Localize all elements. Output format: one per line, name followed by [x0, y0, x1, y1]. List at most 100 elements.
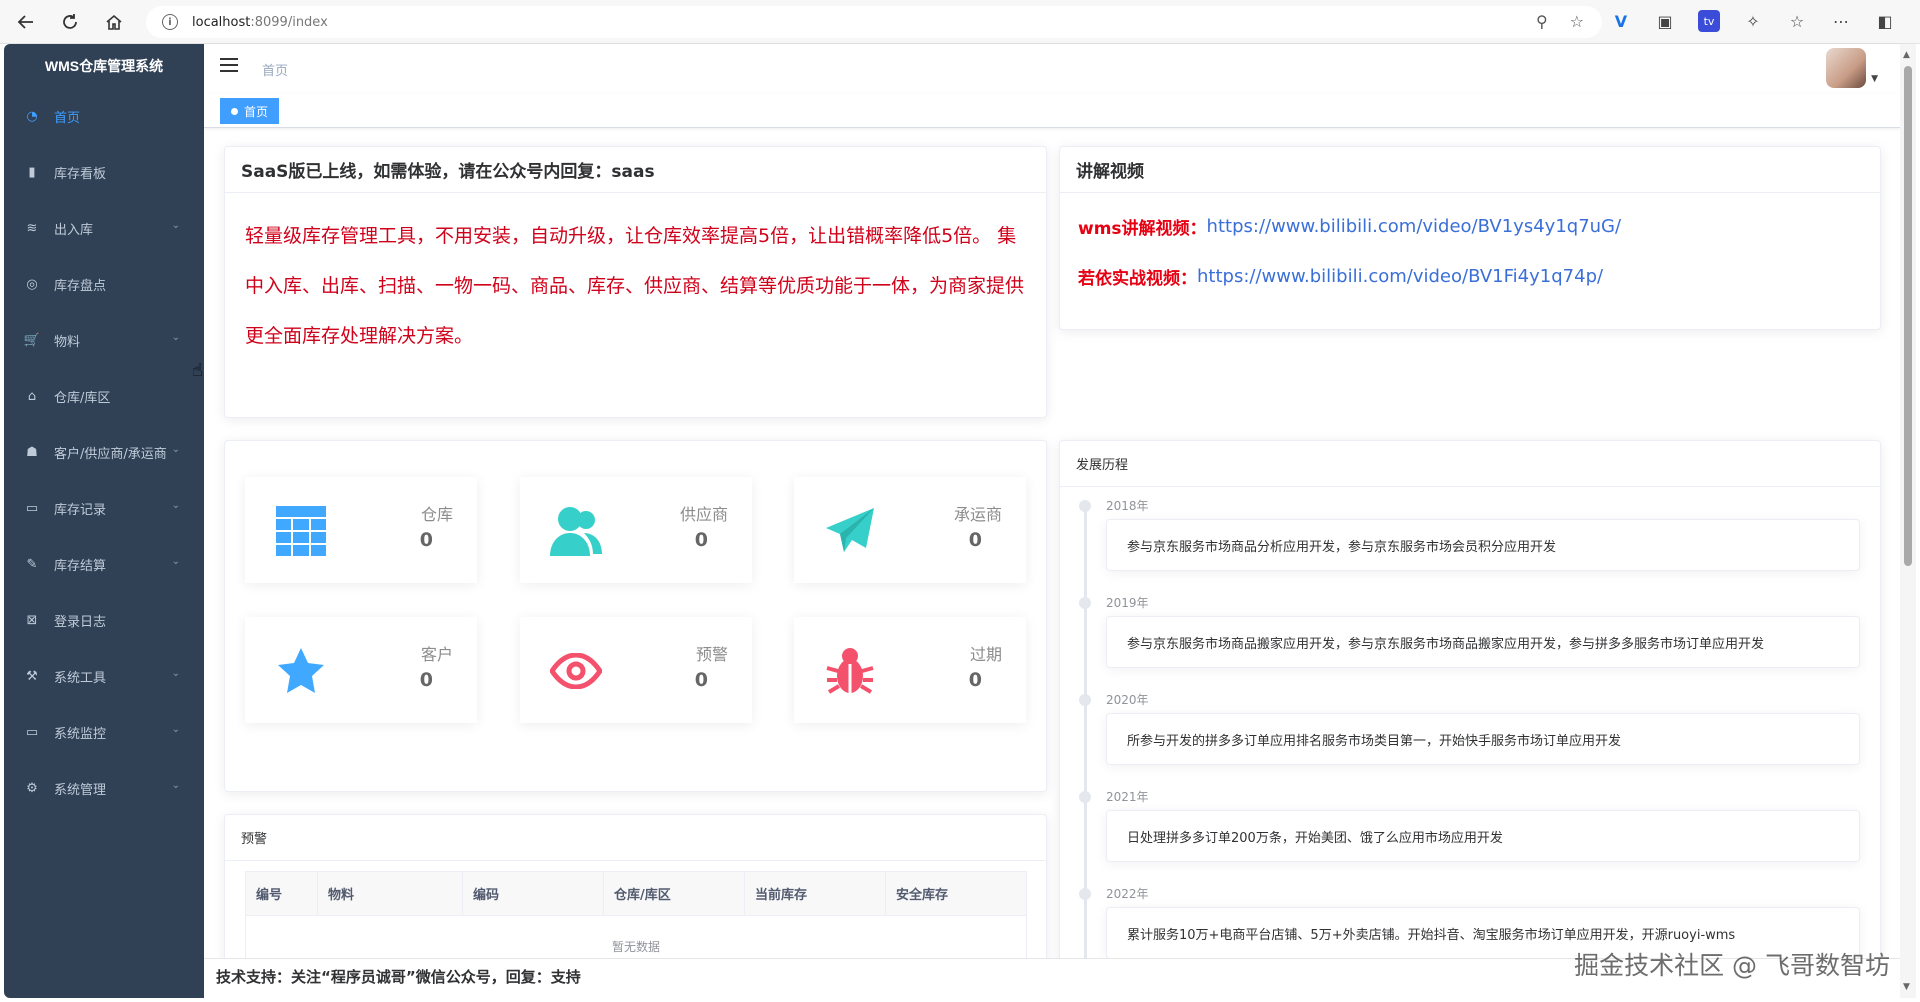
stat-value: 0	[419, 669, 433, 691]
stat-expired[interactable]: 过期 0	[794, 617, 1026, 723]
timeline-dot	[1079, 597, 1091, 609]
sidebar-item-label: 库存看板	[54, 166, 107, 182]
sidebar-item[interactable]: ⌂ 仓库/库区	[4, 368, 204, 424]
sidebar-item-label: 登录日志	[54, 614, 107, 630]
address-bar[interactable]: i localhost:8099/index ⚲ ☆	[146, 6, 1602, 38]
bug-icon	[824, 645, 876, 697]
column-header[interactable]: 编号	[246, 872, 318, 915]
stat-warning[interactable]: 预警 0	[520, 617, 752, 723]
sidebar-item[interactable]: ⚙ 系统管理 ⌄	[4, 760, 204, 816]
chevron-down-icon: ⌄	[171, 332, 180, 343]
chevron-down-icon: ⌄	[171, 220, 180, 231]
sidebar-item[interactable]: 🛒 物料 ⌄	[4, 312, 204, 368]
video-link[interactable]: https://www.bilibili.com/video/BV1Fi4y1q…	[1197, 266, 1603, 287]
stat-value: 0	[968, 529, 982, 551]
scroll-thumb[interactable]	[1904, 66, 1912, 566]
scroll-up-icon[interactable]: ▲	[1903, 50, 1910, 60]
video-card: 讲解视频 wms讲解视频： https://www.bilibili.com/v…	[1059, 146, 1881, 330]
chevron-down-icon: ⌄	[171, 668, 180, 679]
log-icon: ⊠	[26, 612, 38, 628]
chevron-down-icon: ⌄	[171, 780, 180, 791]
stat-label: 客户	[420, 645, 453, 664]
timeline-year: 2019年	[1106, 596, 1149, 610]
stat-label: 供应商	[679, 505, 728, 524]
saas-card: SaaS版已上线，如需体验，请在公众号内回复：saas 轻量级库存管理工具，不用…	[224, 146, 1047, 418]
stat-value: 0	[694, 669, 708, 691]
users-icon	[550, 505, 602, 557]
timeline-year: 2022年	[1106, 887, 1149, 901]
timeline-dot	[1079, 694, 1091, 706]
tag-label: 首页	[244, 104, 269, 119]
sidebar-item[interactable]: ☗ 客户/供应商/承运商 ⌄	[4, 424, 204, 480]
hand-cursor-icon: ☝	[192, 360, 203, 381]
stat-label: 承运商	[953, 505, 1002, 524]
more-icon[interactable]: ⋯	[1830, 10, 1852, 32]
video-link[interactable]: https://www.bilibili.com/video/BV1ys4y1q…	[1207, 216, 1622, 237]
sidebar-item-label: 库存结算	[54, 558, 107, 574]
hamburger-icon[interactable]	[220, 58, 238, 74]
column-header[interactable]: 仓库/库区	[604, 872, 745, 915]
column-header[interactable]: 当前库存	[745, 872, 886, 915]
stat-label: 过期	[969, 645, 1002, 664]
sidebar-menu: ◔ 首页 ▮ 库存看板 ≋ 出入库 ⌄ ◎ 库存盘点 🛒 物料 ⌄ ⌂ 仓库/库区 ☗ 客户/供应商/承运商 ⌄…	[4, 88, 204, 816]
avatar[interactable]	[1826, 48, 1866, 88]
monitor-icon: ▭	[25, 500, 39, 516]
stat-warehouse[interactable]: 仓库 0	[245, 477, 477, 583]
sidebar-item[interactable]: ≋ 出入库 ⌄	[4, 200, 204, 256]
sidebar-item[interactable]: ◔ 首页	[4, 88, 204, 144]
extension-bili-icon[interactable]: tv	[1698, 10, 1720, 32]
layers-icon: ≋	[26, 220, 38, 236]
sidebar-item-label: 客户/供应商/承运商	[54, 446, 167, 462]
extension-v-icon[interactable]: V	[1610, 10, 1632, 32]
stat-supplier[interactable]: 供应商 0	[520, 477, 752, 583]
extensions-puzzle-icon[interactable]: ✧	[1742, 10, 1764, 32]
timeline-dot	[1079, 500, 1091, 512]
sidebar-item[interactable]: ⊠ 登录日志	[4, 592, 204, 648]
timeline-year: 2018年	[1106, 499, 1149, 513]
paper-plane-icon	[824, 505, 876, 557]
timeline-year: 2021年	[1106, 790, 1149, 804]
tags-view: 首页	[204, 94, 1900, 128]
scroll-down-icon[interactable]: ▼	[1903, 982, 1910, 992]
timeline-card: 发展历程 2018年 参与京东服务市场商品分析应用开发，参与京东服务市场会员积分应…	[1059, 440, 1881, 970]
sidebar-item[interactable]: ▮ 库存看板	[4, 144, 204, 200]
target-icon: ◎	[26, 276, 38, 292]
favorites-icon[interactable]: ☆	[1786, 10, 1808, 32]
url-text: localhost:8099/index	[192, 14, 328, 30]
extension-game-icon[interactable]: ▣	[1654, 10, 1676, 32]
table-empty-text: 暂无数据	[611, 939, 660, 954]
back-icon[interactable]	[8, 4, 44, 40]
warning-card: 预警 编号 物料 编码 仓库/库区 当前库存 安全库存 暂无数据	[224, 814, 1047, 964]
tag-home[interactable]: 首页	[220, 98, 280, 124]
chevron-down-icon: ⌄	[171, 556, 180, 567]
sidebar-item[interactable]: ◎ 库存盘点	[4, 256, 204, 312]
sidebar-item[interactable]: ▭ 库存记录 ⌄	[4, 480, 204, 536]
site-info-icon[interactable]: i	[162, 14, 178, 30]
sidebar-item[interactable]: ⚒ 系统工具 ⌄	[4, 648, 204, 704]
sidebar-item[interactable]: ▭ 系统监控 ⌄	[4, 704, 204, 760]
warning-card-title: 预警	[225, 815, 1046, 861]
dashboard-icon: ◔	[26, 108, 38, 124]
home-icon[interactable]	[96, 4, 132, 40]
stat-value: 0	[968, 669, 982, 691]
caret-down-icon[interactable]: ▼	[1871, 74, 1878, 84]
sidebar-item[interactable]: ✎ 库存结算 ⌄	[4, 536, 204, 592]
star-icon	[275, 645, 327, 697]
page-scrollbar[interactable]: ▲ ▼	[1900, 44, 1916, 998]
stat-carrier[interactable]: 承运商 0	[794, 477, 1026, 583]
column-header[interactable]: 物料	[318, 872, 463, 915]
video-label: wms讲解视频：	[1078, 218, 1207, 239]
reload-icon[interactable]	[52, 4, 88, 40]
key-icon[interactable]: ⚲	[1536, 12, 1548, 31]
column-header[interactable]: 安全库存	[886, 872, 1026, 915]
grid-icon	[275, 505, 327, 557]
timeline-card-text: 参与京东服务市场商品分析应用开发，参与京东服务市场会员积分应用开发	[1106, 519, 1860, 571]
column-header[interactable]: 编码	[463, 872, 604, 915]
favorite-star-icon[interactable]: ☆	[1570, 12, 1584, 31]
stats-card: 仓库 0 供应商 0 承运商 0 客户 0 预警 0 过期 0	[224, 440, 1047, 792]
stat-customer[interactable]: 客户 0	[245, 617, 477, 723]
chevron-down-icon: ⌄	[171, 444, 180, 455]
monitor-icon: ▭	[25, 724, 39, 740]
sidebar-toggle-icon[interactable]: ◧	[1874, 10, 1896, 32]
stat-label: 仓库	[420, 505, 453, 524]
